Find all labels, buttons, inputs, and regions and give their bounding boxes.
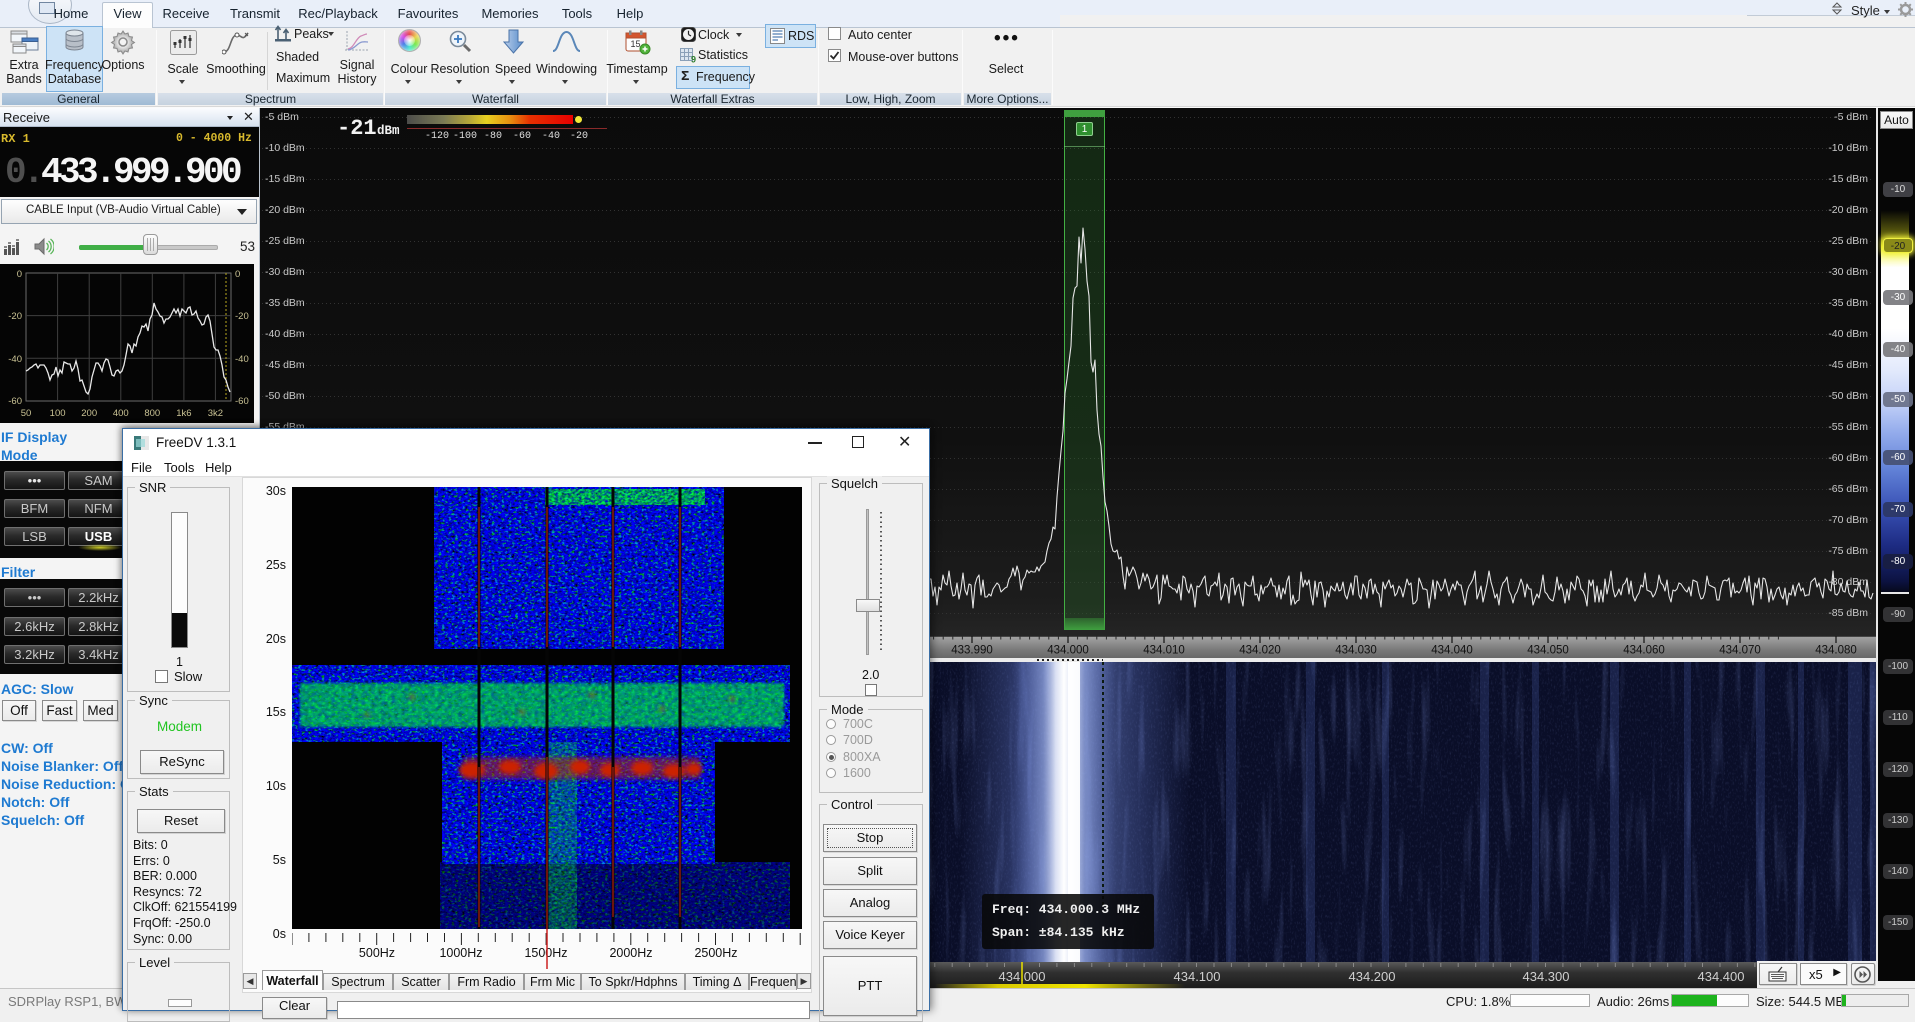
svg-text:433.990: 433.990 [951,645,993,657]
svg-text:1000Hz: 1000Hz [439,946,482,960]
svg-text:434.400: 434.400 [1698,969,1745,984]
svg-text:434.020: 434.020 [1239,645,1281,657]
svg-text:434.080: 434.080 [1815,645,1857,657]
svg-text:434.040: 434.040 [1431,645,1473,657]
svg-text:2000Hz: 2000Hz [609,946,652,960]
svg-text:434.010: 434.010 [1143,645,1185,657]
svg-text:434.000: 434.000 [1047,645,1089,657]
svg-text:434.070: 434.070 [1719,645,1761,657]
svg-text:434.100: 434.100 [1174,969,1221,984]
svg-text:500Hz: 500Hz [359,946,395,960]
svg-text:434.060: 434.060 [1623,645,1665,657]
svg-text:434.030: 434.030 [1335,645,1377,657]
svg-text:434.200: 434.200 [1349,969,1396,984]
svg-text:1500Hz: 1500Hz [524,946,567,960]
svg-text:434.050: 434.050 [1527,645,1569,657]
svg-text:2500Hz: 2500Hz [694,946,737,960]
svg-text:434.300: 434.300 [1523,969,1570,984]
